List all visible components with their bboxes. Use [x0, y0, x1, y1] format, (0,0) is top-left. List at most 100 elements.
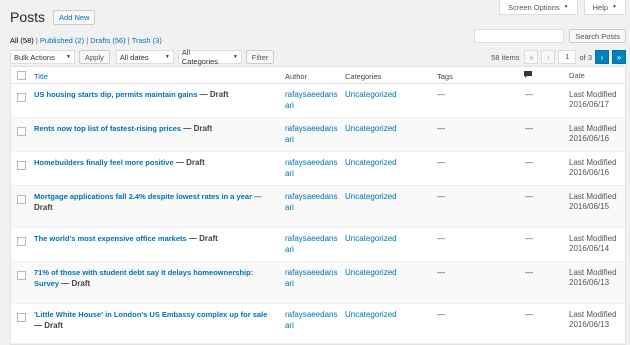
author-link[interactable]: rafaysaeedans ari [285, 90, 337, 111]
post-title-link[interactable]: The world's most expensive office market… [34, 234, 187, 243]
category-link[interactable]: Uncategorized [345, 268, 397, 277]
row-checkbox[interactable] [17, 237, 26, 246]
select-all-checkbox[interactable] [17, 71, 26, 80]
row-checkbox[interactable] [17, 195, 26, 204]
post-title-link[interactable]: Homebuilders finally feel more positive [34, 158, 174, 167]
posts-table: Title Author Categories Tags Date US hou… [10, 66, 626, 345]
separator: | [35, 36, 38, 45]
dates-label: All dates [119, 52, 149, 62]
author-name: rafaysaeedans [285, 268, 338, 277]
items-count: 58 items [491, 52, 520, 62]
author-name-cont: ari [285, 100, 294, 110]
date-value: 2016/06/15 [569, 202, 610, 211]
screen-options-button[interactable]: Screen Options ▼ [498, 0, 578, 15]
apply-button[interactable]: Apply [79, 50, 110, 64]
author-name: rafaysaeedans [285, 124, 338, 133]
page-title: Posts [10, 9, 46, 25]
dropdown-arrow-icon: ▼ [164, 54, 170, 60]
author-link[interactable]: rafaysaeedans ari [285, 158, 338, 179]
last-page-button[interactable]: » [612, 50, 626, 64]
post-status-views: All (58) | Published (2) | Drafts (56) |… [10, 36, 162, 45]
page-header: Posts Add New [10, 9, 96, 25]
author-link[interactable]: rafaysaeedans ari [285, 234, 338, 255]
bulk-actions-select[interactable]: Bulk Actions ▼ [10, 50, 75, 64]
total-pages: of 3 [579, 52, 592, 62]
comment-bubble-icon[interactable] [524, 71, 532, 78]
row-checkbox[interactable] [17, 161, 26, 170]
post-state: — Draft [34, 320, 63, 330]
current-page-input[interactable]: 1 [558, 50, 577, 64]
table-row: Homebuilders finally feel more positive … [11, 152, 625, 186]
date-label: Last Modified [569, 310, 617, 319]
search-input[interactable] [474, 29, 565, 43]
author-name: rafaysaeedans [285, 234, 338, 243]
category-link[interactable]: Uncategorized [345, 310, 397, 319]
table-row: 'Little White House' in London's US Emba… [11, 304, 625, 344]
post-title-link[interactable]: US housing starts dip, permits maintain … [34, 90, 197, 99]
title-column-header[interactable]: Title [34, 72, 274, 81]
category-link[interactable]: Uncategorized [345, 192, 397, 201]
author-name-cont: ari [285, 134, 294, 144]
post-title-link[interactable]: Rents now top list of fastest-rising pri… [34, 124, 181, 133]
row-checkbox[interactable] [17, 313, 26, 322]
tags-cell: — [437, 234, 445, 243]
post-title-cell: 'Little White House' in London's US Emba… [34, 310, 274, 330]
author-link[interactable]: rafaysaeedans ari [285, 124, 338, 145]
author-link[interactable]: rafaysaeedans ari [285, 310, 337, 331]
categories-select[interactable]: All Categories ▼ [177, 48, 242, 66]
next-page-button[interactable]: › [595, 50, 609, 64]
post-state: Draft [34, 202, 53, 212]
category-link[interactable]: Uncategorized [345, 234, 397, 243]
categories-column-header: Categories [345, 72, 382, 81]
date-label: Last Modified [569, 192, 617, 201]
search-posts-button[interactable]: Search Posts [569, 29, 626, 43]
author-name: rafaysaeedans [285, 158, 338, 167]
date-cell: Last Modified 2016/06/13 [569, 268, 617, 288]
screen-options-label: Screen Options [507, 2, 560, 12]
view-drafts[interactable]: Drafts (56) [90, 36, 125, 45]
row-checkbox[interactable] [17, 93, 26, 102]
date-label: Last Modified [569, 124, 617, 133]
date-column-header[interactable]: Date [569, 72, 585, 80]
separator: | [127, 36, 130, 45]
post-title-link[interactable]: Mortgage applications fall 2.4% despite … [34, 192, 262, 201]
date-label: Last Modified [569, 90, 617, 99]
date-cell: Last Modified 2016/06/16 [569, 158, 617, 178]
table-header: Title Author Categories Tags Date [11, 67, 625, 84]
categories-label: All Categories [181, 48, 219, 66]
author-link[interactable]: rafaysaeedans ari [285, 192, 337, 213]
post-state: — Draft [199, 90, 229, 99]
post-title-cell: 71% of those with student debt say it de… [34, 268, 274, 289]
first-page-button[interactable]: « [524, 50, 539, 64]
help-button[interactable]: Help ▼ [583, 0, 626, 15]
category-link[interactable]: Uncategorized [345, 124, 397, 133]
row-checkbox[interactable] [17, 271, 26, 280]
table-row: Rents now top list of fastest-rising pri… [11, 118, 625, 152]
comments-cell: — [525, 310, 533, 319]
author-link[interactable]: rafaysaeedans ari [285, 268, 338, 289]
tags-cell: — [437, 192, 445, 201]
help-label: Help [592, 2, 609, 12]
tags-cell: — [437, 90, 445, 99]
comments-cell: — [525, 234, 533, 243]
add-new-button[interactable]: Add New [53, 9, 96, 25]
dates-select[interactable]: All dates ▼ [115, 50, 174, 64]
view-published[interactable]: Published (2) [40, 36, 84, 45]
previous-page-button[interactable]: ‹ [541, 50, 556, 64]
date-value: 2016/06/16 [569, 168, 610, 177]
comments-cell: — [525, 90, 533, 99]
view-trash[interactable]: Trash (3) [132, 36, 162, 45]
date-cell: Last Modified 2016/06/16 [569, 124, 617, 144]
filter-button[interactable]: Filter [245, 50, 275, 64]
table-row: 71% of those with student debt say it de… [11, 262, 625, 304]
date-cell: Last Modified 2016/06/14 [569, 234, 617, 254]
date-cell: Last Modified 2016/06/15 [569, 192, 617, 212]
comments-cell: — [525, 124, 533, 133]
view-all[interactable]: All (58) [10, 36, 34, 45]
post-title-link[interactable]: 'Little White House' in London's US Emba… [34, 310, 267, 319]
row-checkbox[interactable] [17, 127, 26, 136]
category-link[interactable]: Uncategorized [345, 90, 397, 99]
tags-cell: — [437, 268, 445, 277]
post-state: — Draft [61, 278, 91, 288]
category-link[interactable]: Uncategorized [345, 158, 397, 167]
